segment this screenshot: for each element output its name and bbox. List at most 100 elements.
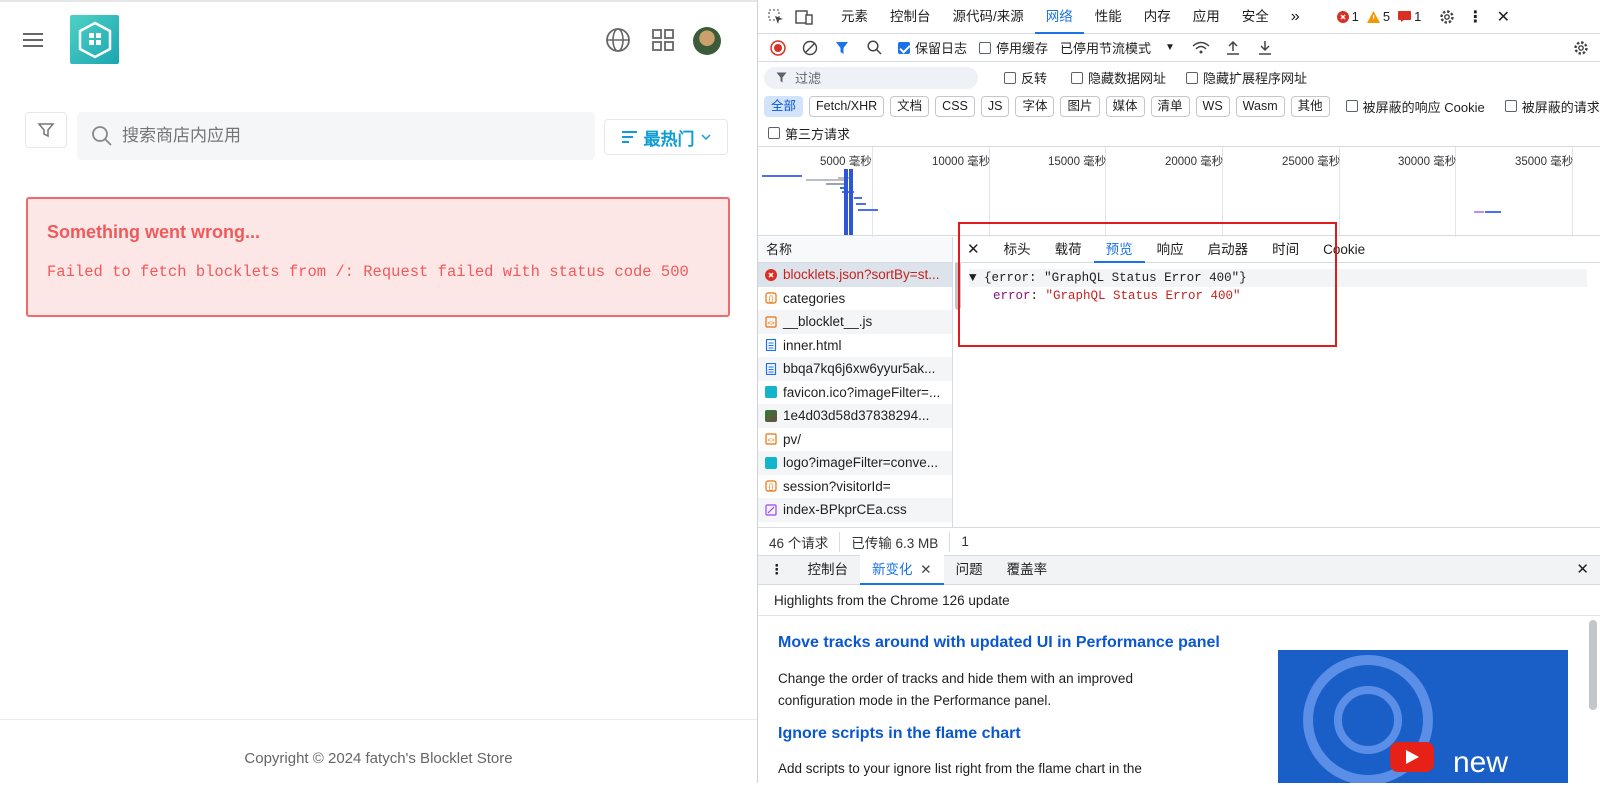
- search-box[interactable]: [77, 112, 595, 160]
- tick-label: 30000 毫秒: [1398, 156, 1457, 168]
- network-settings-icon[interactable]: [1567, 35, 1595, 61]
- request-row[interactable]: bbqa7kq6j6xw6yyur5ak...: [758, 357, 952, 381]
- third-party-checkbox[interactable]: 第三方请求: [768, 124, 850, 143]
- timeline-bar: [849, 169, 853, 235]
- type-js[interactable]: JS: [980, 95, 1010, 117]
- timeline-bar: [1485, 211, 1501, 213]
- video-thumbnail[interactable]: new: [1278, 650, 1568, 783]
- type-doc[interactable]: 文档: [890, 95, 930, 117]
- feature-link[interactable]: Ignore scripts in the flame chart: [778, 725, 1021, 743]
- status-extra: 1: [961, 534, 969, 549]
- tab-memory[interactable]: 内存: [1133, 0, 1182, 34]
- type-wasm[interactable]: Wasm: [1235, 95, 1285, 117]
- drawer-tab-issues[interactable]: 问题: [944, 555, 995, 585]
- type-media[interactable]: 媒体: [1105, 95, 1145, 117]
- clear-icon[interactable]: [796, 35, 824, 61]
- network-filter-input[interactable]: 过滤: [764, 66, 978, 89]
- more-tabs-icon[interactable]: »: [1280, 0, 1311, 34]
- drawer-tab-whats-new[interactable]: 新变化 ✕: [860, 555, 944, 585]
- issue-count[interactable]: 1: [1398, 9, 1421, 24]
- whats-new-scrollbar[interactable]: [1589, 620, 1597, 710]
- request-row[interactable]: inner.html: [758, 334, 952, 358]
- tick-label: 35000 毫秒: [1515, 156, 1574, 168]
- request-row[interactable]: blocklets.json?sortBy=st...: [758, 263, 952, 287]
- settings-gear-icon[interactable]: [1433, 4, 1461, 30]
- type-css[interactable]: CSS: [935, 95, 975, 117]
- tick-label: 5000 毫秒: [820, 156, 872, 168]
- document-icon: [765, 362, 777, 375]
- error-count[interactable]: 1: [1336, 9, 1359, 24]
- invert-checkbox[interactable]: 反转: [1004, 68, 1047, 87]
- drawer-tab-coverage[interactable]: 覆盖率: [995, 555, 1060, 585]
- close-tab-icon[interactable]: ✕: [920, 562, 931, 577]
- tab-security[interactable]: 安全: [1231, 0, 1280, 34]
- tick-label: 20000 毫秒: [1165, 156, 1224, 168]
- grid-icon[interactable]: [649, 26, 677, 54]
- image-icon: [765, 386, 777, 399]
- image-thumbnail-icon: [765, 409, 777, 422]
- script-icon: <>: [765, 433, 777, 445]
- disable-cache-checkbox[interactable]: 停用缓存: [979, 38, 1048, 57]
- type-img[interactable]: 图片: [1060, 95, 1100, 117]
- download-har-icon[interactable]: [1251, 35, 1279, 61]
- search-input[interactable]: [122, 112, 582, 160]
- tab-sources[interactable]: 源代码/来源: [942, 0, 1035, 34]
- menu-icon[interactable]: [22, 28, 46, 52]
- type-ws[interactable]: WS: [1195, 95, 1230, 117]
- record-icon[interactable]: [764, 35, 792, 61]
- warning-count[interactable]: 5: [1366, 9, 1390, 24]
- sort-dropdown[interactable]: 最热门: [604, 119, 728, 155]
- feature-link[interactable]: Move tracks around with updated UI in Pe…: [778, 634, 1220, 652]
- type-font[interactable]: 字体: [1015, 95, 1055, 117]
- preserve-log-checkbox[interactable]: 保留日志: [898, 38, 967, 57]
- devtools-main-tabs: 元素 控制台 源代码/来源 网络 性能 内存 应用 安全 » 1 5 1 ⋮ ✕: [758, 0, 1600, 34]
- timeline-bar: [844, 169, 848, 235]
- request-row[interactable]: logo?imageFilter=conve...: [758, 451, 952, 475]
- hide-data-urls-checkbox[interactable]: 隐藏数据网址: [1071, 68, 1166, 87]
- throttle-select[interactable]: 已停用节流模式 ▼: [1060, 38, 1175, 57]
- upload-har-icon[interactable]: [1219, 35, 1247, 61]
- request-row[interactable]: favicon.ico?imageFilter=...: [758, 381, 952, 405]
- fetch-icon: {}: [765, 480, 777, 492]
- type-other[interactable]: 其他: [1290, 95, 1330, 117]
- globe-icon[interactable]: [604, 26, 632, 54]
- logo-icon[interactable]: [70, 15, 119, 64]
- request-row[interactable]: {} categories: [758, 287, 952, 311]
- blocked-requests-checkbox[interactable]: 被屏蔽的请求: [1504, 97, 1600, 116]
- network-conditions-icon[interactable]: [1187, 35, 1215, 61]
- tab-console[interactable]: 控制台: [879, 0, 942, 34]
- request-row[interactable]: index-BPkprCEa.css: [758, 498, 952, 522]
- request-row[interactable]: 1e4d03d58d37838294...: [758, 404, 952, 428]
- tab-application[interactable]: 应用: [1182, 0, 1231, 34]
- search-network-icon[interactable]: [860, 35, 888, 61]
- type-manifest[interactable]: 清单: [1150, 95, 1190, 117]
- resource-type-filters: 全部 Fetch/XHR 文档 CSS JS 字体 图片 媒体 清单 WS Wa…: [758, 92, 1600, 120]
- close-drawer-icon[interactable]: ✕: [1564, 555, 1600, 585]
- close-devtools-icon[interactable]: ✕: [1489, 4, 1517, 30]
- tab-network[interactable]: 网络: [1034, 0, 1084, 34]
- warning-icon: [1366, 10, 1380, 23]
- tab-performance[interactable]: 性能: [1084, 0, 1133, 34]
- timeline-bar: [856, 203, 866, 205]
- feature-description: Change the order of tracks and hide them…: [778, 671, 1133, 708]
- type-fetch-xhr[interactable]: Fetch/XHR: [809, 95, 885, 117]
- filter-funnel-icon[interactable]: [828, 35, 856, 61]
- filter-button[interactable]: [25, 112, 67, 148]
- name-column-header[interactable]: 名称: [758, 237, 952, 263]
- request-row[interactable]: {} session?visitorId=: [758, 475, 952, 499]
- request-row[interactable]: <> __blocklet__.js: [758, 310, 952, 334]
- tab-elements[interactable]: 元素: [830, 0, 879, 34]
- annotation-highlight-box: [958, 222, 1337, 347]
- device-toggle-icon[interactable]: [790, 4, 818, 30]
- type-all[interactable]: 全部: [764, 95, 804, 117]
- error-alert: Something went wrong... Failed to fetch …: [26, 197, 730, 317]
- drawer-tab-console[interactable]: 控制台: [796, 555, 861, 585]
- footer: Copyright © 2024 fatych's Blocklet Store: [0, 719, 757, 785]
- request-row[interactable]: <> pv/: [758, 428, 952, 452]
- drawer-menu-icon[interactable]: ⋮: [758, 555, 796, 585]
- more-options-icon[interactable]: ⋮: [1461, 4, 1489, 30]
- hide-extension-urls-checkbox[interactable]: 隐藏扩展程序网址: [1186, 68, 1307, 87]
- blocked-cookies-checkbox[interactable]: 被屏蔽的响应 Cookie: [1345, 97, 1485, 116]
- avatar[interactable]: [693, 27, 721, 55]
- inspect-icon[interactable]: [762, 4, 790, 30]
